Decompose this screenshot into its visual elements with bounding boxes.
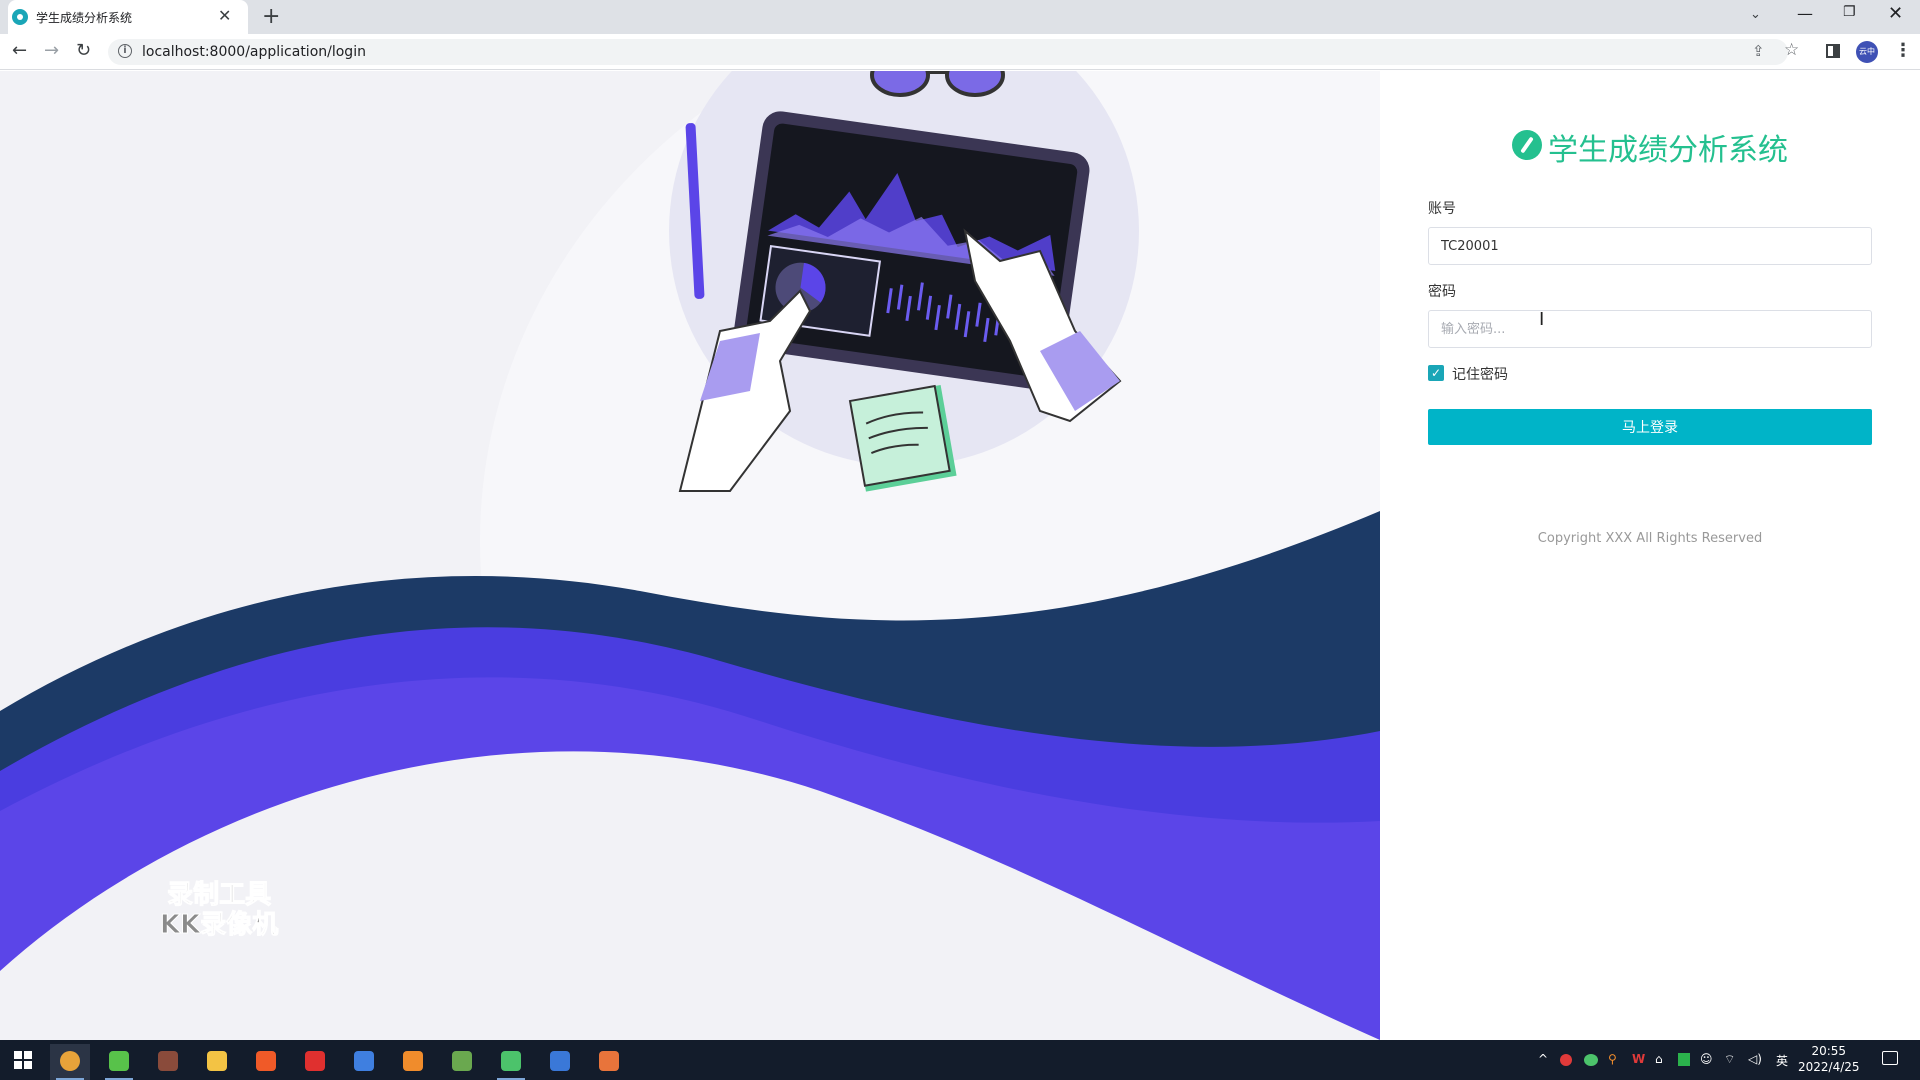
recorder-watermark: 录制工具 KK录像机 [159, 880, 279, 941]
back-icon[interactable]: ← [12, 40, 27, 61]
reload-icon[interactable]: ↻ [76, 40, 91, 61]
watermark-line2: KK录像机 [159, 910, 279, 941]
account-input[interactable] [1428, 227, 1872, 265]
side-panel-icon[interactable] [1826, 44, 1840, 58]
text-cursor-icon: I [1539, 309, 1545, 330]
media-app-icon[interactable] [246, 1044, 286, 1080]
clock-time: 20:55 [1811, 1044, 1847, 1058]
file-explorer-icon[interactable] [197, 1044, 237, 1080]
notepad-icon[interactable] [442, 1044, 482, 1080]
remember-checkbox[interactable]: ✓ [1428, 365, 1444, 381]
clock-date: 2022/4/25 [1798, 1060, 1860, 1074]
tray-volume-icon[interactable]: ◁) [1748, 1052, 1762, 1066]
forward-icon[interactable]: → [44, 40, 59, 61]
login-panel [1380, 71, 1920, 1040]
url-text[interactable]: localhost:8000/application/login [142, 44, 366, 60]
tray-antivirus-icon[interactable] [1560, 1054, 1572, 1066]
wps-icon[interactable] [295, 1044, 335, 1080]
app-logo-icon [1512, 130, 1542, 160]
bookmark-star-icon[interactable]: ☆ [1784, 40, 1799, 60]
tray-usb-icon[interactable]: ⌂ [1655, 1052, 1663, 1066]
tray-wifi-icon[interactable]: ⌔ [1724, 1052, 1735, 1067]
restore-icon[interactable]: ❐ [1843, 4, 1856, 20]
chrome-icon[interactable] [50, 1044, 90, 1080]
browser-menu-icon[interactable]: ⋮ [1894, 40, 1912, 61]
windows-start-icon[interactable] [14, 1051, 32, 1069]
remember-label[interactable]: 记住密码 [1452, 364, 1508, 384]
tray-wps-icon[interactable]: W [1632, 1052, 1645, 1066]
new-tab-button[interactable]: + [262, 5, 280, 29]
game-app-icon[interactable] [148, 1044, 188, 1080]
zoom-tool-icon[interactable] [540, 1044, 580, 1080]
password-label: 密码 [1428, 284, 1456, 300]
favicon-icon [12, 9, 28, 25]
emoji-app-icon[interactable] [589, 1044, 629, 1080]
minimize-icon[interactable]: — [1797, 4, 1813, 23]
tray-ime-indicator[interactable]: 英 [1776, 1052, 1788, 1069]
tray-wechat-icon[interactable] [1584, 1054, 1598, 1066]
search-tool-icon[interactable] [393, 1044, 433, 1080]
note-paper [848, 384, 957, 492]
tab-close-icon[interactable]: ✕ [218, 7, 231, 25]
watermark-line1: 录制工具 [167, 880, 272, 911]
leaf-app-icon[interactable] [99, 1044, 139, 1080]
copyright-text: Copyright XXX All Rights Reserved [1537, 531, 1763, 546]
window-close-icon[interactable]: ✕ [1888, 3, 1903, 24]
tab-strip [0, 0, 1920, 34]
site-info-icon[interactable]: i [118, 44, 132, 58]
app-title: 学生成绩分析系统 [1548, 133, 1788, 168]
tray-qq-icon[interactable]: ☺ [1700, 1052, 1713, 1066]
notification-center-icon[interactable] [1882, 1051, 1898, 1065]
tray-search-icon[interactable]: ⚲ [1608, 1052, 1617, 1066]
password-input[interactable] [1428, 310, 1872, 348]
login-button[interactable]: 马上登录 [1428, 409, 1872, 445]
tray-chevron-icon[interactable]: ^ [1538, 1052, 1548, 1066]
tab-title: 学生成绩分析系统 [36, 11, 133, 25]
profile-avatar[interactable]: 云中 [1856, 41, 1878, 63]
tab-search-icon[interactable]: ⌄ [1750, 7, 1761, 22]
share-icon[interactable]: ⇪ [1752, 42, 1765, 60]
network-app-icon[interactable] [344, 1044, 384, 1080]
tray-battery-icon[interactable] [1678, 1053, 1690, 1066]
wechat-icon[interactable] [491, 1044, 531, 1080]
taskbar-clock[interactable]: 20:55 2022/4/25 [1798, 1043, 1860, 1075]
account-label: 账号 [1428, 201, 1456, 217]
